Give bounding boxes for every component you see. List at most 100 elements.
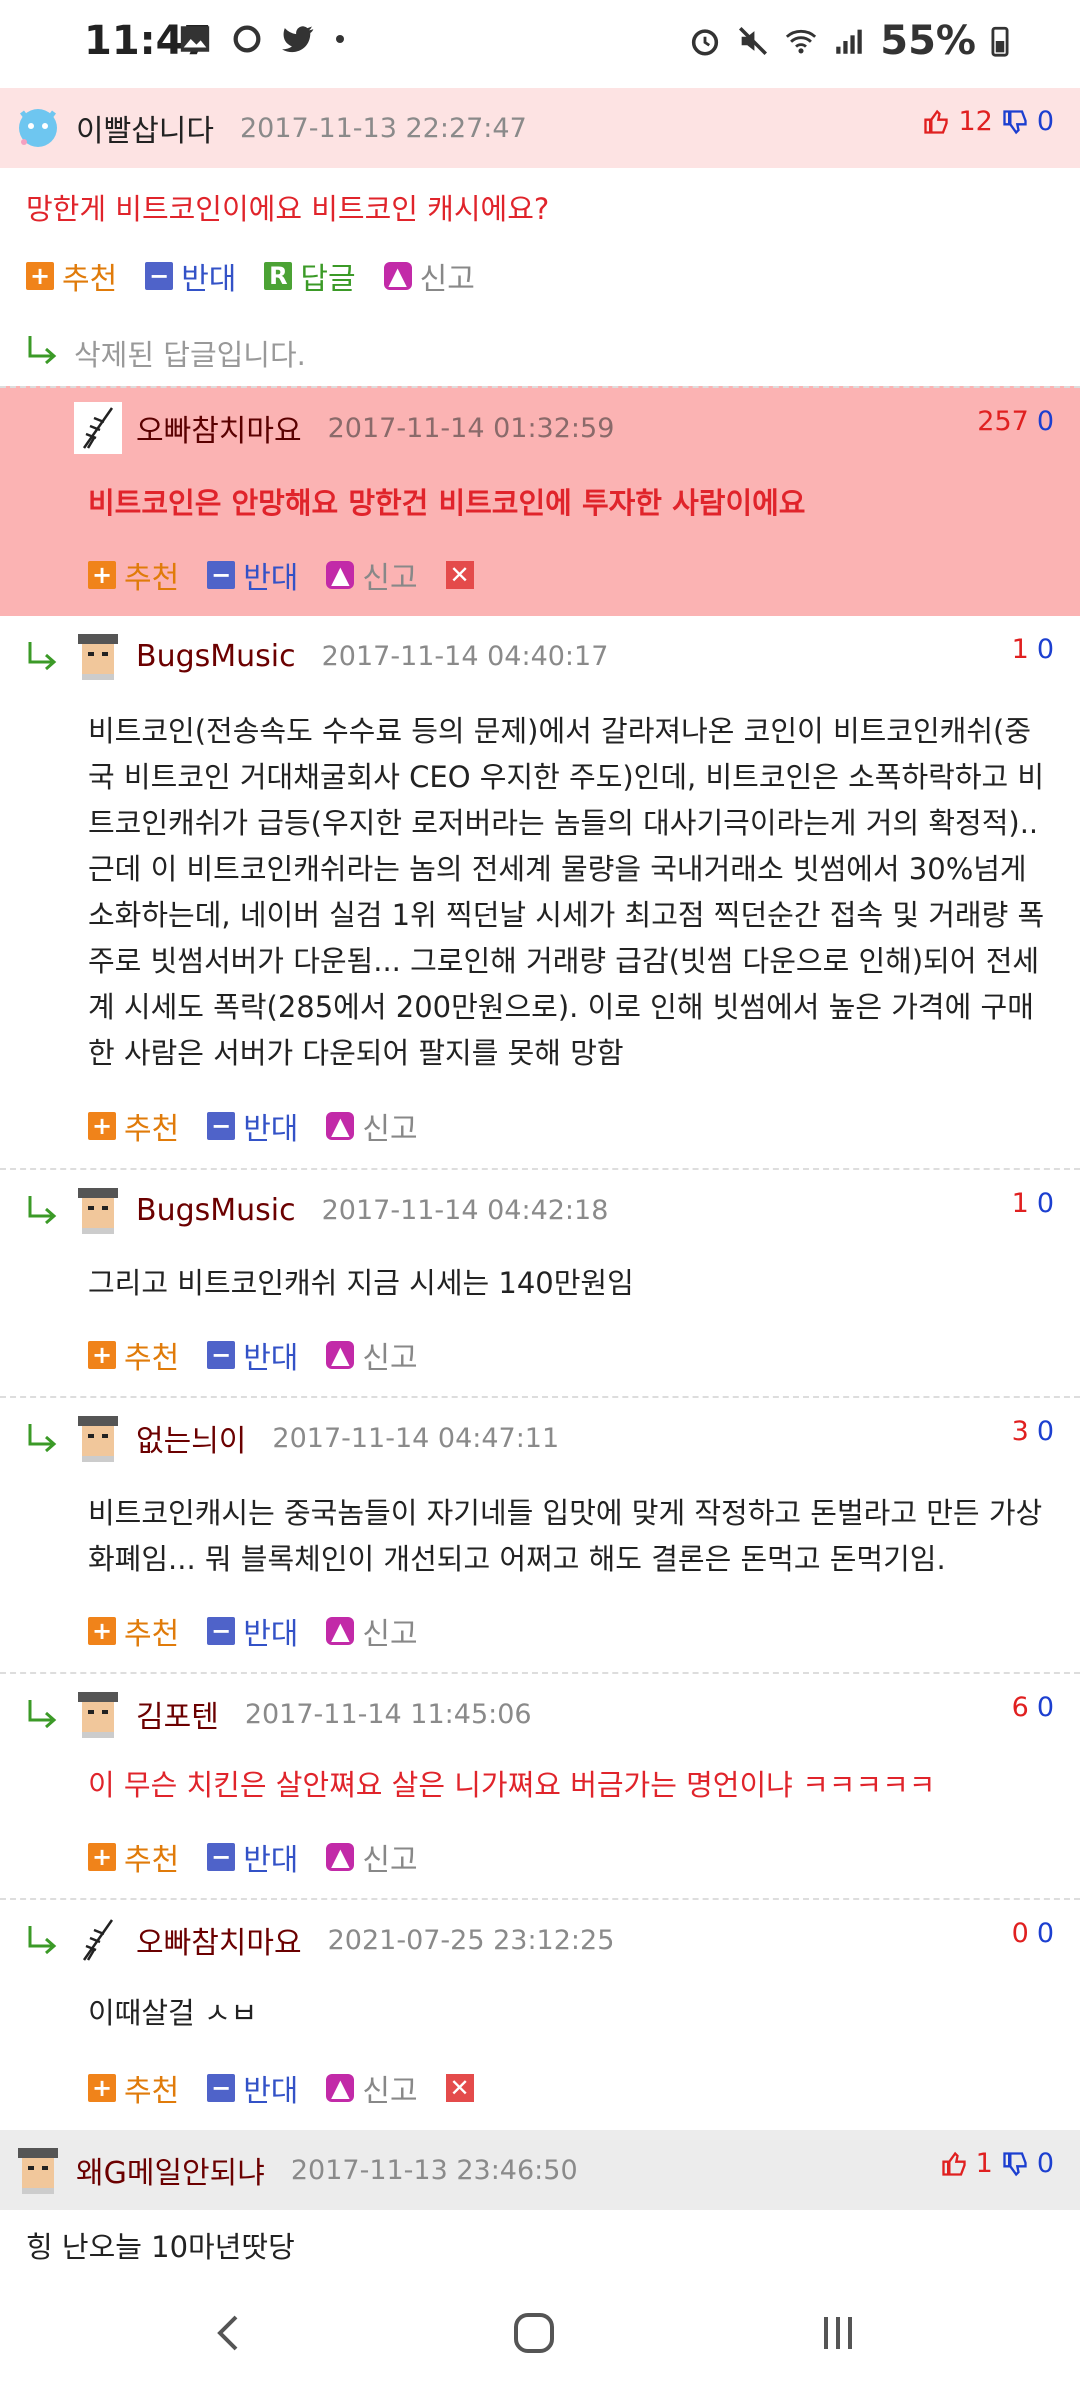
comment-date: 2017-11-14 04:42:18 (321, 1194, 609, 1226)
siren-icon: ▲ (326, 1112, 355, 1140)
plus-icon: + (88, 1843, 116, 1871)
downvote-count: 0 (1036, 1416, 1054, 1447)
report-button[interactable]: ▲ 신고 (326, 553, 418, 597)
user-avatar-icon (82, 1919, 114, 1961)
reply-button[interactable]: R 답글 (264, 254, 356, 298)
oppose-button[interactable]: − 반대 (207, 1333, 298, 1377)
minus-icon: − (207, 1843, 236, 1871)
downvote-count: 0 (1036, 106, 1054, 137)
upvote-count: 1 (975, 2148, 993, 2179)
thumbs-up-icon (924, 109, 949, 134)
oppose-button[interactable]: − 반대 (207, 553, 298, 597)
comment-author[interactable]: 왜G메일안되냐 (76, 2148, 265, 2192)
report-button[interactable]: ▲ 신고 (326, 2066, 418, 2110)
comment-date: 2017-11-14 01:32:59 (327, 412, 615, 444)
comment-author[interactable]: BugsMusic (136, 639, 296, 674)
comment-text: 비트코인캐시는 중국놈들이 자기네들 입맛에 맞게 작정하고 돈벌라고 만든 가… (88, 1496, 1043, 1576)
comment-text: 비트코인은 안망해요 망한건 비트코인에 투자한 사람이에요 (88, 486, 806, 520)
siren-icon: ▲ (383, 262, 412, 290)
user-avatar-icon (78, 1416, 118, 1462)
comment-item: BugsMusic 2017-11-14 04:40:17 1 0 비트코인(전… (0, 616, 1080, 1170)
minus-icon: − (145, 262, 174, 290)
mute-icon (739, 26, 768, 56)
siren-icon: ▲ (326, 1341, 355, 1369)
report-button[interactable]: ▲ 신고 (326, 1835, 418, 1879)
recommend-button[interactable]: + 추천 (88, 1104, 179, 1148)
plus-icon: + (88, 1341, 116, 1369)
comment-item: 없는늬이 2017-11-14 04:47:11 3 0 비트코인캐시는 중국놈… (0, 1398, 1080, 1674)
home-icon[interactable] (504, 2303, 564, 2363)
oppose-button[interactable]: − 반대 (207, 2066, 298, 2110)
plus-icon: + (88, 561, 116, 589)
oppose-button[interactable]: − 반대 (207, 1104, 298, 1148)
comment-author[interactable]: 이빨삽니다 (76, 106, 214, 150)
plus-icon: + (26, 262, 54, 290)
downvote-count: 0 (1036, 1692, 1054, 1723)
comment-text: 힝 난오늘 10마년땃당 (26, 2230, 295, 2264)
minus-icon: − (207, 2074, 236, 2102)
comment-item: 왜G메일안되냐 2017-11-13 23:46:50 1 0 힝 난오늘 10… (0, 2130, 1080, 2273)
report-button[interactable]: ▲ 신고 (383, 254, 475, 298)
wifi-icon (786, 29, 817, 54)
user-avatar-icon (78, 1188, 118, 1234)
reply-arrow-icon (28, 336, 57, 365)
comment-date: 2017-11-14 04:40:17 (321, 640, 609, 672)
twitter-icon (282, 26, 314, 53)
upvote-count: 1 (1011, 1188, 1029, 1219)
oppose-button[interactable]: − 반대 (207, 1609, 298, 1653)
recommend-button[interactable]: + 추천 (88, 1333, 179, 1377)
delete-icon[interactable]: ✕ (445, 561, 474, 589)
comment-date: 2017-11-13 23:46:50 (290, 2154, 578, 2186)
downvote-count: 0 (1036, 406, 1054, 437)
status-bar: 11:47 55% (0, 0, 1080, 88)
minus-icon: − (207, 1112, 236, 1140)
recommend-button[interactable]: + 추천 (88, 2066, 179, 2110)
thumbs-down-icon (1003, 2151, 1027, 2176)
minus-icon: − (207, 561, 236, 589)
plus-icon: + (88, 1112, 116, 1140)
plus-icon: + (88, 2074, 116, 2102)
upvote-count: 257 (977, 406, 1029, 437)
back-icon[interactable] (200, 2303, 260, 2363)
upvote-count: 6 (1011, 1692, 1029, 1723)
user-avatar-icon (78, 634, 118, 680)
system-nav-bar (0, 2273, 1080, 2400)
battery-percent: 55% (880, 18, 976, 64)
minus-icon: − (207, 1617, 236, 1645)
comment-text: 그리고 비트코인캐쉬 지금 시세는 140만원임 (88, 1266, 634, 1300)
minus-icon: − (207, 1341, 236, 1369)
report-button[interactable]: ▲ 신고 (326, 1609, 418, 1653)
recent-apps-icon[interactable] (808, 2303, 868, 2363)
comment-date: 2017-11-14 11:45:06 (244, 1698, 532, 1730)
comment-author[interactable]: 김포텐 (136, 1692, 219, 1736)
comment-text: 이때살걸 ㅅㅂ (88, 1996, 258, 2030)
comment-author[interactable]: 없는늬이 (136, 1416, 246, 1460)
recommend-button[interactable]: + 추천 (88, 553, 179, 597)
comment-author[interactable]: BugsMusic (136, 1193, 296, 1228)
report-button[interactable]: ▲ 신고 (326, 1104, 418, 1148)
deleted-text: 삭제된 답글입니다. (74, 338, 306, 372)
comment-author[interactable]: 오빠참치마요 (136, 1918, 302, 1962)
comment-date: 2021-07-25 23:12:25 (327, 1924, 615, 1956)
delete-icon[interactable]: ✕ (445, 2074, 474, 2102)
comment-text: 비트코인(전송속도 수수료 등의 문제)에서 갈라져나온 코인이 비트코인캐쉬(… (88, 714, 1045, 1070)
plus-icon: + (88, 1617, 116, 1645)
oppose-button[interactable]: − 반대 (145, 254, 236, 298)
recommend-button[interactable]: + 추천 (88, 1609, 179, 1653)
upvote-count: 3 (1011, 1416, 1029, 1447)
comment-item: 김포텐 2017-11-14 11:45:06 6 0 이 무슨 치킨은 살안쪄… (0, 1674, 1080, 1900)
siren-icon: ▲ (326, 1843, 355, 1871)
recommend-button[interactable]: + 추천 (88, 1835, 179, 1879)
downvote-count: 0 (1036, 2148, 1054, 2179)
siren-icon: ▲ (326, 561, 355, 589)
thumbs-down-icon (1003, 109, 1027, 134)
comment-author[interactable]: 오빠참치마요 (136, 406, 302, 450)
recommend-button[interactable]: + 추천 (26, 254, 117, 298)
upvote-count: 12 (958, 106, 993, 137)
report-button[interactable]: ▲ 신고 (326, 1333, 418, 1377)
comment-date: 2017-11-14 04:47:11 (272, 1422, 560, 1454)
user-avatar-icon (18, 2148, 58, 2194)
downvote-count: 0 (1036, 634, 1054, 665)
signal-icon (836, 29, 862, 54)
oppose-button[interactable]: − 반대 (207, 1835, 298, 1879)
